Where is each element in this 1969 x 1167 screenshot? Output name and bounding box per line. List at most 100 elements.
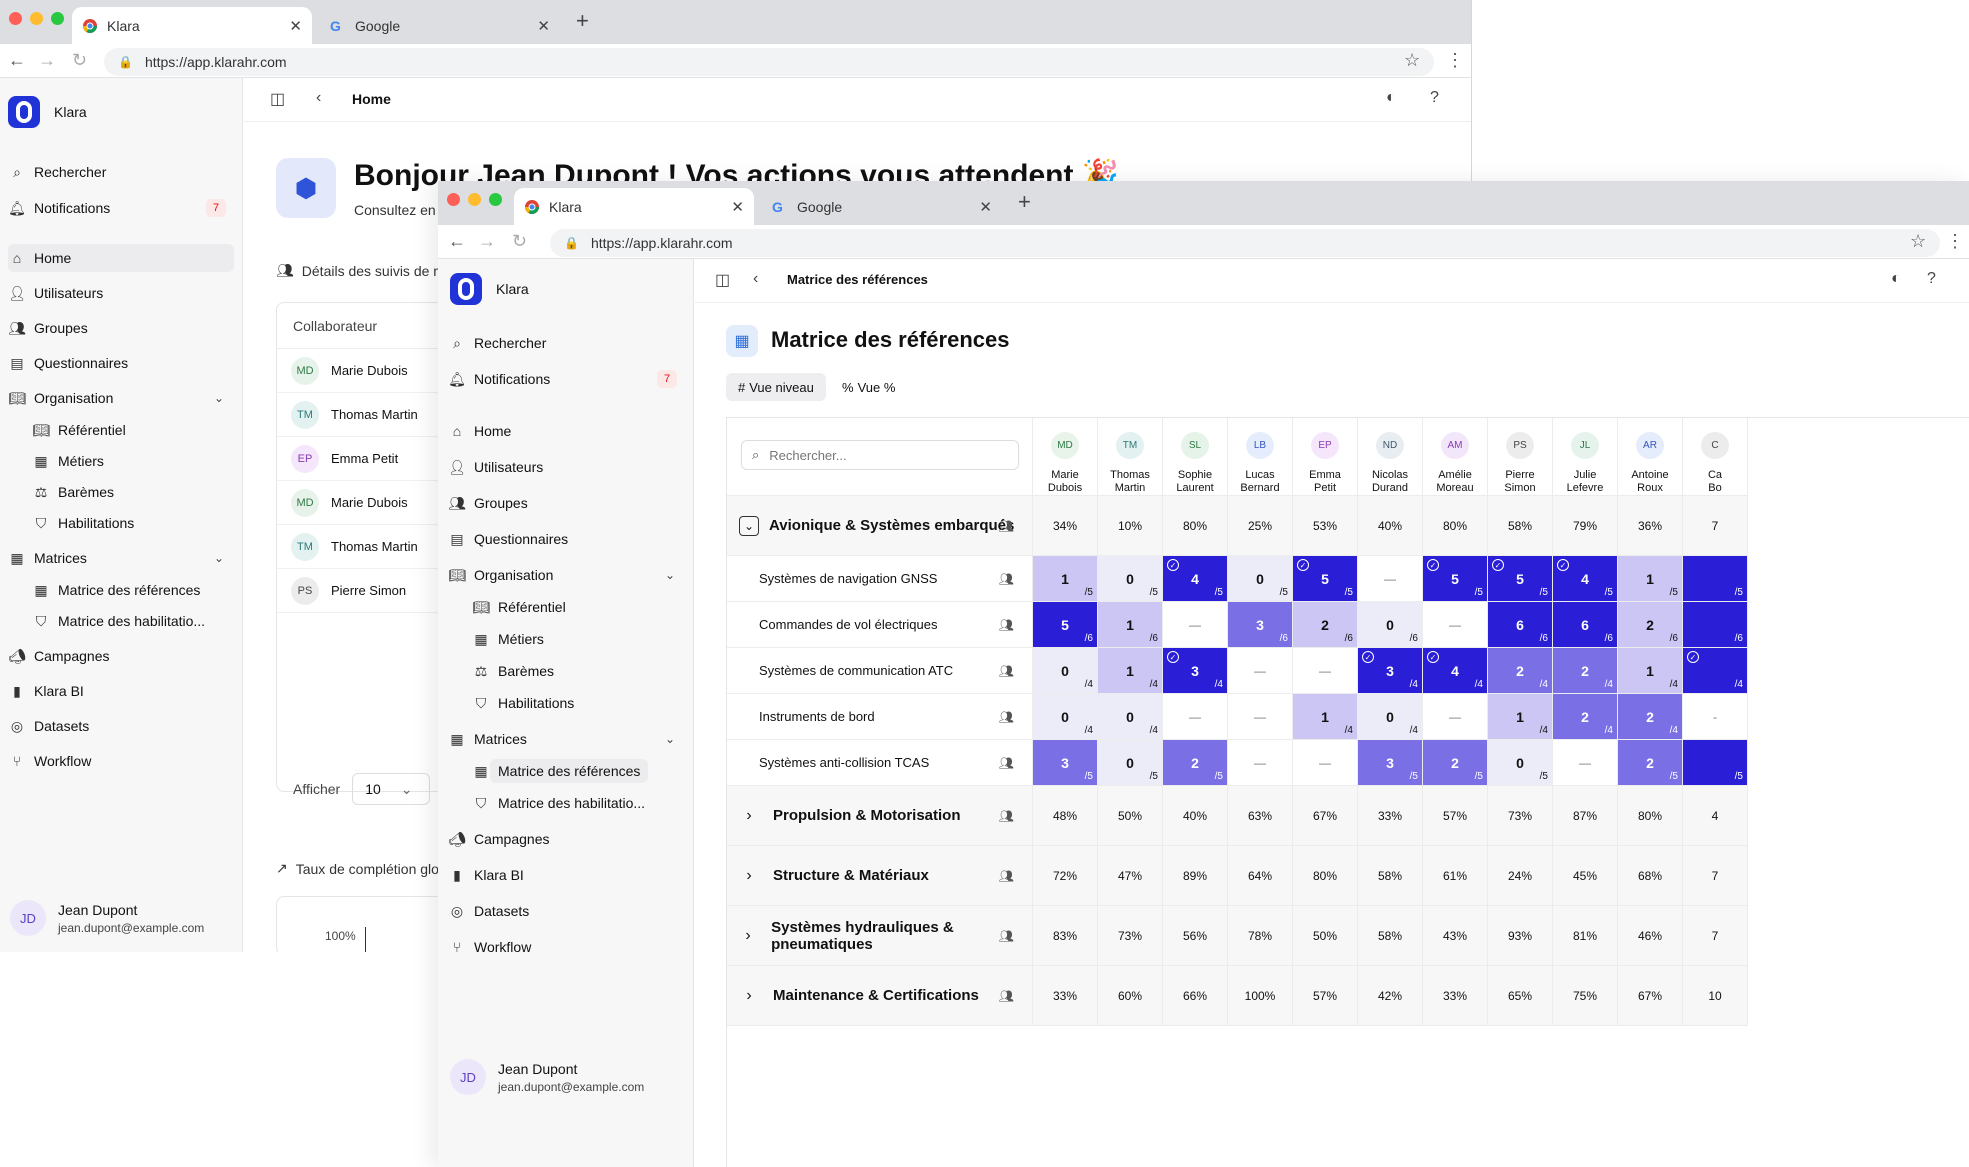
minimize-window-icon[interactable] [30,12,43,25]
close-window-icon[interactable] [447,193,460,206]
sidebar-item-groups[interactable]: 👥︎ Groupes [8,314,234,342]
url-field[interactable]: 🔒 https://app.klarahr.com [104,48,1434,76]
sidebar-item-habilitations[interactable]: ⛉ Habilitations [8,509,234,537]
level-cell[interactable]: 3/5 [1033,740,1098,786]
sidebar-item-organisation[interactable]: 📖︎ Organisation ⌄ [448,561,685,589]
sidebar-toggle-icon[interactable]: ◫ [715,270,730,290]
person-column-header[interactable]: TM Thomas Martin [1098,418,1163,496]
people-icon[interactable]: 👥︎ [999,756,1014,770]
people-icon[interactable]: 👥︎ [999,989,1014,1003]
person-column-header[interactable]: C Ca Bo [1683,418,1748,496]
level-cell[interactable]: 5/5 ✓ [1423,556,1488,602]
sidebar-item-workflow[interactable]: ⑂ Workflow [8,747,234,775]
sidebar-item-matrix-habs[interactable]: ⛉ Matrice des habilitatio... [8,607,234,635]
palette-icon[interactable]: ◐ [1386,89,1396,107]
level-cell[interactable]: 0/4 [1033,694,1098,740]
reference-row[interactable]: Systèmes de communication ATC 👥︎ [727,648,1033,694]
level-cell[interactable]: 0/4 [1098,694,1163,740]
close-window-icon[interactable] [9,12,22,25]
reference-row[interactable]: Systèmes anti-collision TCAS 👥︎ [727,740,1033,786]
level-cell[interactable]: — [1423,602,1488,648]
person-column-header[interactable]: JL Julie Lefevre [1553,418,1618,496]
sidebar-item-questionnaires[interactable]: ▤ Questionnaires [8,349,234,377]
level-cell[interactable]: 2/6 [1618,602,1683,648]
level-cell[interactable]: 2/4 [1553,694,1618,740]
level-cell[interactable]: 0/5 [1488,740,1553,786]
group-row[interactable]: › Propulsion & Motorisation 👥︎ [727,786,1033,846]
level-cell[interactable]: 5/5 ✓ [1293,556,1358,602]
group-row[interactable]: › Structure & Matériaux 👥︎ [727,846,1033,906]
sidebar-item-metiers[interactable]: ▦ Métiers [448,625,685,653]
level-cell[interactable]: — [1228,694,1293,740]
back-icon[interactable]: ← [448,231,466,252]
level-cell[interactable]: 1/4 [1293,694,1358,740]
close-tab-icon[interactable]: ✕ [537,17,550,35]
people-icon[interactable]: 👥︎ [999,618,1014,632]
table-row[interactable]: PS Pierre Simon [277,569,455,613]
chevron-right-icon[interactable]: › [739,987,759,1005]
people-icon[interactable]: 👥︎ [999,664,1014,678]
sidebar-item-home[interactable]: ⌂ Home [8,244,234,272]
chevron-right-icon[interactable]: › [739,927,757,945]
level-cell[interactable]: 1/5 [1033,556,1098,602]
level-cell[interactable]: — [1228,648,1293,694]
sidebar-item-metiers[interactable]: ▦ Métiers [8,447,234,475]
level-cell[interactable]: 1/6 [1098,602,1163,648]
level-cell[interactable]: 6/6 [1488,602,1553,648]
level-cell[interactable]: - [1683,694,1748,740]
chevron-right-icon[interactable]: › [739,807,759,825]
sidebar-item-matrix-refs[interactable]: ▦ Matrice des références [448,757,685,785]
person-column-header[interactable]: AM Amélie Moreau [1423,418,1488,496]
search-input[interactable]: ⌕ Rechercher... [741,440,1019,470]
person-column-header[interactable]: EP Emma Petit [1293,418,1358,496]
person-column-header[interactable]: SL Sophie Laurent [1163,418,1228,496]
view-percent-tab[interactable]: % Vue % [836,373,901,401]
sidebar-item-baremes[interactable]: ⚖ Barèmes [448,657,685,685]
level-cell[interactable]: 4/4 ✓ [1423,648,1488,694]
sidebar-item-workflow[interactable]: ⑂ Workflow [448,933,685,961]
sidebar-item-users[interactable]: 👤︎ Utilisateurs [8,279,234,307]
level-cell[interactable]: — [1163,602,1228,648]
person-column-header[interactable]: LB Lucas Bernard [1228,418,1293,496]
level-cell[interactable]: 3/4 ✓ [1163,648,1228,694]
menu-icon[interactable]: ⋮ [1446,50,1464,71]
sidebar-item-home[interactable]: ⌂ Home [448,417,685,445]
level-cell[interactable]: 3/5 [1358,740,1423,786]
people-icon[interactable]: 👥︎ [999,929,1014,943]
level-cell[interactable]: — [1228,740,1293,786]
sidebar-item-bi[interactable]: ▮ Klara BI [8,677,234,705]
sidebar-item-referentiel[interactable]: 📖︎ Référentiel [448,593,685,621]
person-column-header[interactable]: ND Nicolas Durand [1358,418,1423,496]
sidebar-item-campaigns[interactable]: 📣︎ Campagnes [448,825,685,853]
forward-icon[interactable]: → [478,231,496,252]
level-cell[interactable]: 1/5 [1618,556,1683,602]
chevron-left-icon[interactable]: ‹ [316,89,321,107]
user-profile[interactable]: JD Jean Dupont jean.dupont@example.com [450,1059,644,1095]
browser-tab-klara[interactable]: Klara ✕ [72,7,312,44]
minimize-window-icon[interactable] [468,193,481,206]
level-cell[interactable]: — [1553,740,1618,786]
view-level-tab[interactable]: # Vue niveau [726,373,826,401]
level-cell[interactable]: /4 ✓ [1683,648,1748,694]
forward-icon[interactable]: → [38,50,56,71]
reload-icon[interactable]: ↻ [72,50,87,71]
browser-tab-klara[interactable]: Klara ✕ [514,188,754,225]
sidebar-item-baremes[interactable]: ⚖ Barèmes [8,478,234,506]
user-profile[interactable]: JD Jean Dupont jean.dupont@example.com [10,900,204,936]
table-row[interactable]: TM Thomas Martin [277,525,455,569]
reload-icon[interactable]: ↻ [512,231,527,252]
group-row[interactable]: › Maintenance & Certifications 👥︎ [727,966,1033,1026]
level-cell[interactable]: 1/4 [1098,648,1163,694]
sidebar-item-organisation[interactable]: 📖︎ Organisation ⌄ [8,384,234,412]
sidebar-toggle-icon[interactable]: ◫ [270,89,285,109]
bookmark-star-icon[interactable]: ☆ [1910,231,1926,252]
new-tab-icon[interactable]: + [576,8,589,34]
level-cell[interactable]: 4/5 ✓ [1553,556,1618,602]
level-cell[interactable]: — [1163,694,1228,740]
level-cell[interactable]: 2/5 [1163,740,1228,786]
table-row[interactable]: MD Marie Dubois [277,481,455,525]
reference-row[interactable]: Instruments de bord 👥︎ [727,694,1033,740]
level-cell[interactable]: 6/6 [1553,602,1618,648]
sidebar-item-users[interactable]: 👤︎ Utilisateurs [448,453,685,481]
table-row[interactable]: TM Thomas Martin [277,393,455,437]
